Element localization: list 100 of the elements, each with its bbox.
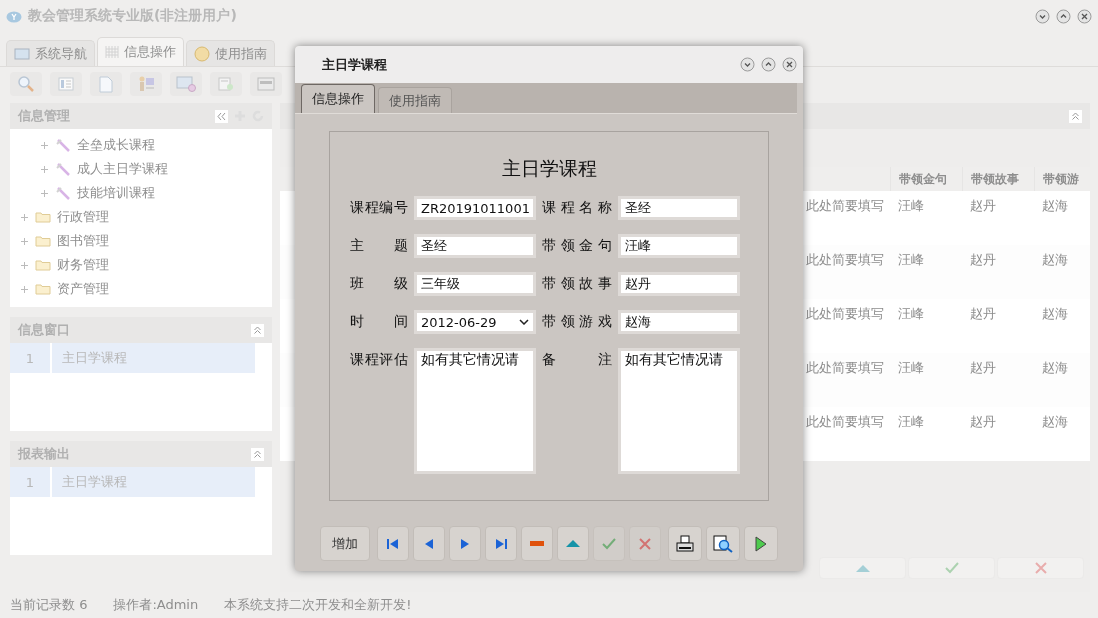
next-icon [460, 537, 470, 550]
expander-icon[interactable] [40, 188, 49, 198]
expander-icon[interactable] [20, 284, 29, 294]
tree-item[interactable]: 成人主日学课程 [77, 160, 168, 178]
tree-item[interactable]: 行政管理 [57, 208, 109, 226]
collapse-icon[interactable] [251, 447, 264, 461]
memo-field[interactable]: 如有其它情况请 [414, 348, 536, 474]
field-label: 备 注 [542, 350, 612, 369]
toolbar-button[interactable] [50, 72, 82, 96]
table-cell-text: 汪峰 [897, 359, 925, 377]
input-field[interactable]: ZR20191011001 [414, 196, 536, 220]
previous-icon [424, 537, 434, 550]
print-button[interactable] [668, 526, 702, 561]
tab[interactable]: 信息操作 [301, 84, 375, 113]
maximize-button[interactable] [761, 57, 776, 72]
table-cell-text: 汪峰 [897, 197, 925, 215]
input-field[interactable]: 圣经 [414, 234, 536, 258]
field-label: 带领故事 [542, 274, 612, 293]
last-button[interactable] [485, 526, 517, 561]
field-label: 主 题 [350, 236, 408, 255]
tab[interactable]: 使用指南 [378, 87, 452, 113]
close-icon [639, 537, 651, 550]
expander-icon[interactable] [40, 140, 49, 150]
folder-icon [35, 259, 51, 271]
input-field[interactable]: 三年级 [414, 272, 536, 296]
toolbar-button[interactable] [210, 72, 242, 96]
maximize-button[interactable] [1056, 8, 1071, 24]
input-field[interactable]: 圣经 [618, 196, 740, 220]
next-button[interactable] [449, 526, 481, 561]
row-number: 1 [10, 343, 52, 373]
toolbar-button[interactable] [10, 72, 42, 96]
first-record-icon [386, 537, 400, 550]
toolbar-button[interactable] [90, 72, 122, 96]
table-cell-text: 汪峰 [897, 413, 925, 431]
preview-button[interactable] [706, 526, 740, 561]
item-label: 主日学课程 [61, 349, 128, 367]
panel-title: 信息管理 [18, 107, 71, 125]
table-cell-text: 汪峰 [897, 251, 925, 269]
expander-icon[interactable] [20, 260, 29, 270]
memo-field[interactable]: 如有其它情况请 [618, 348, 740, 474]
toolbar-button[interactable] [130, 72, 162, 96]
close-icon [1034, 562, 1047, 574]
input-field[interactable]: 汪峰 [618, 234, 740, 258]
collapse-icon[interactable] [1069, 109, 1082, 123]
table-cell-text: 赵丹 [969, 251, 997, 269]
tree-item[interactable]: 技能培训课程 [77, 184, 155, 202]
monitor-icon [176, 75, 196, 93]
expander-icon[interactable] [40, 164, 49, 174]
field-label: 时 间 [350, 312, 408, 331]
folder-icon [35, 211, 51, 223]
tab-label: 信息操作 [124, 43, 176, 61]
close-button[interactable] [1077, 8, 1092, 24]
table-cell-text: 赵丹 [969, 305, 997, 323]
collapse-left-icon[interactable] [215, 109, 228, 123]
wand-icon [55, 186, 71, 200]
grid-icon [105, 45, 119, 59]
document-icon [99, 75, 113, 93]
tab[interactable]: 系统导航 [6, 40, 95, 66]
delete-button[interactable] [521, 526, 553, 561]
status-text: 操作者:Admin [113, 596, 199, 614]
check-icon [602, 537, 616, 550]
add-button[interactable]: 增加 [320, 526, 370, 561]
minimize-button[interactable] [740, 57, 755, 72]
tab[interactable]: 使用指南 [186, 40, 275, 66]
tree-item[interactable]: 财务管理 [57, 256, 109, 274]
input-field[interactable]: 赵海 [618, 310, 740, 334]
table-cell-text: 此处简要填写 [805, 251, 885, 269]
tree-item[interactable]: 资产管理 [57, 280, 109, 298]
input-field[interactable]: 赵丹 [618, 272, 740, 296]
date-field[interactable]: 2012-06-29 [414, 310, 536, 334]
table-cell-text: 此处简要填写 [805, 359, 885, 377]
minimize-button[interactable] [1035, 8, 1050, 24]
prev-button[interactable] [413, 526, 445, 561]
tree-item[interactable]: 全垒成长课程 [77, 136, 155, 154]
dropdown-icon[interactable] [519, 319, 529, 325]
tab[interactable]: 信息操作 [97, 37, 184, 66]
table-cell-text: 赵丹 [969, 413, 997, 431]
table-cell-text: 赵丹 [969, 359, 997, 377]
dialog-title: 主日学课程 [322, 55, 388, 74]
field-label: 课程评估 [350, 350, 408, 369]
table-cell-text: 此处简要填写 [805, 197, 885, 215]
preview-icon [713, 534, 733, 553]
card-icon [257, 77, 275, 91]
expander-icon[interactable] [20, 212, 29, 222]
run-button[interactable] [744, 526, 778, 561]
tree-item[interactable]: 图书管理 [57, 232, 109, 250]
presenter-icon [137, 75, 155, 93]
toolbar-button[interactable] [250, 72, 282, 96]
minus-icon [530, 541, 544, 546]
first-button[interactable] [377, 526, 409, 561]
expander-icon[interactable] [20, 236, 29, 246]
check-button[interactable] [908, 557, 995, 579]
table-cell-text: 赵海 [1041, 197, 1069, 215]
collapse-icon[interactable] [251, 323, 264, 337]
up-triangle-icon [855, 564, 870, 572]
app-logo-icon [6, 9, 22, 23]
close-button[interactable] [782, 57, 797, 72]
form-add-icon [218, 76, 234, 92]
toolbar-button[interactable] [170, 72, 202, 96]
up-button[interactable] [557, 526, 589, 561]
